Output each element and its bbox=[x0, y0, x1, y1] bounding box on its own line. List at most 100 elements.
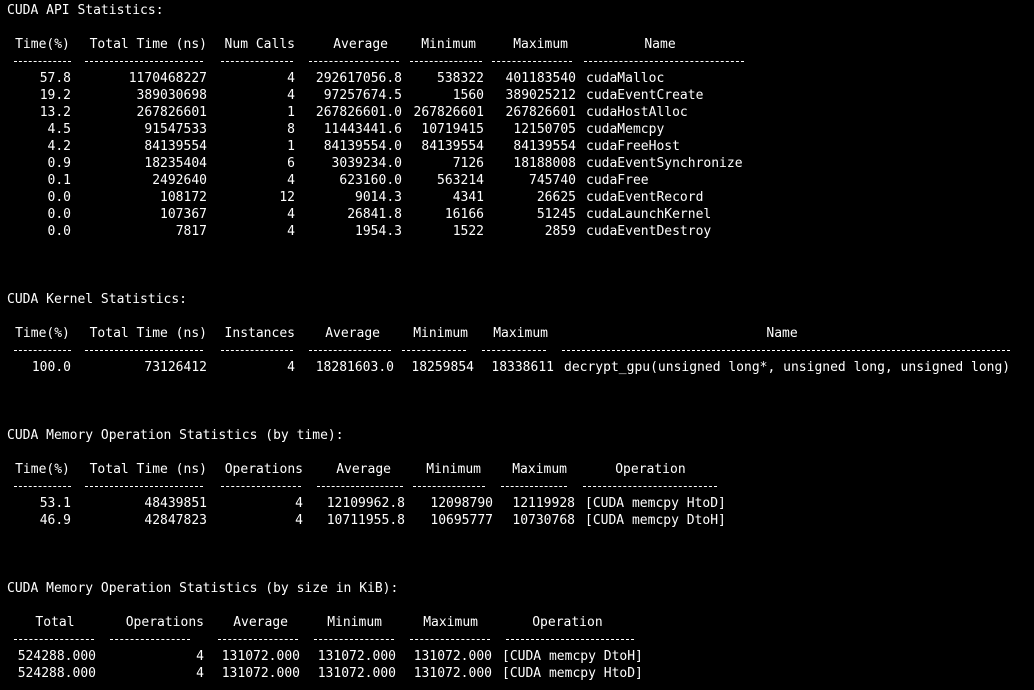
cell-total-time: 48439851 bbox=[144, 496, 207, 511]
cell-minimum: 10695777 bbox=[430, 513, 493, 528]
col-header-total-time: Total Time (ns) bbox=[89, 462, 207, 477]
col-header-time-pct: Time(%) bbox=[15, 37, 70, 52]
terminal-window[interactable]: CUDA API Statistics: Time(%) Total Time … bbox=[0, 0, 1034, 690]
col-header-minimum: Minimum bbox=[421, 37, 476, 52]
cell-name: cudaFreeHost bbox=[586, 139, 680, 154]
cell-maximum: 2859 bbox=[544, 224, 576, 239]
cell-time-pct: 4.2 bbox=[47, 139, 71, 154]
col-header-minimum: Minimum bbox=[327, 615, 382, 630]
col-header-operations: Operations bbox=[125, 615, 204, 630]
cell-minimum: 131072.000 bbox=[317, 649, 396, 664]
col-header-total-time: Total Time (ns) bbox=[89, 326, 207, 341]
col-header-name: Name bbox=[644, 37, 676, 52]
cell-time-pct: 19.2 bbox=[39, 88, 71, 103]
cell-maximum: 745740 bbox=[529, 173, 576, 188]
cell-num-calls: 6 bbox=[287, 156, 295, 171]
col-header-operations: Operations bbox=[224, 462, 303, 477]
table-row: 0.1 2492640 4 623160.0 563214 745740 cud… bbox=[14, 172, 744, 189]
cell-num-calls: 12 bbox=[279, 190, 295, 205]
table-row: 53.1 48439851 4 12109962.8 12098790 1211… bbox=[14, 495, 726, 512]
cell-average: 131072.000 bbox=[221, 666, 300, 681]
col-header-minimum: Minimum bbox=[426, 462, 481, 477]
table-row: 0.0 107367 4 26841.8 16166 51245 cudaLau… bbox=[14, 206, 744, 223]
cell-name: cudaMalloc bbox=[586, 71, 665, 86]
cell-total-time: 2492640 bbox=[152, 173, 207, 188]
cell-num-calls: 4 bbox=[287, 88, 295, 103]
cell-num-calls: 4 bbox=[287, 224, 295, 239]
cell-time-pct: 57.8 bbox=[39, 71, 71, 86]
cell-minimum: 267826601 bbox=[413, 105, 484, 120]
kernel-stats-title: CUDA Kernel Statistics: bbox=[7, 292, 188, 307]
cell-maximum: 131072.000 bbox=[413, 666, 492, 681]
cell-maximum: 131072.000 bbox=[413, 649, 492, 664]
col-header-operation: Operation bbox=[615, 462, 686, 477]
col-header-average: Average bbox=[325, 326, 380, 341]
cell-operations: 4 bbox=[295, 513, 303, 528]
memsize-stats-title: CUDA Memory Operation Statistics (by siz… bbox=[7, 581, 399, 596]
cell-time-pct: 46.9 bbox=[39, 513, 71, 528]
cell-average: 267826601.0 bbox=[315, 105, 402, 120]
cell-time-pct: 100.0 bbox=[31, 360, 71, 375]
cell-total: 524288.000 bbox=[17, 649, 96, 664]
table-row: 4.5 91547533 8 11443441.6 10719415 12150… bbox=[14, 121, 744, 138]
cell-average: 11443441.6 bbox=[323, 122, 402, 137]
cell-name: cudaHostAlloc bbox=[586, 105, 688, 120]
table-header-row: Total Operations Average Minimum Maximum… bbox=[14, 614, 643, 631]
cell-operations: 4 bbox=[295, 496, 303, 511]
table-row: 13.2 267826601 1 267826601.0 267826601 2… bbox=[14, 104, 744, 121]
cell-name: cudaMemcpy bbox=[586, 122, 665, 137]
cell-time-pct: 0.0 bbox=[47, 207, 71, 222]
cell-average: 26841.8 bbox=[347, 207, 402, 222]
col-header-average: Average bbox=[336, 462, 391, 477]
cell-operation: [CUDA memcpy DtoH] bbox=[502, 649, 643, 664]
table-header-row: Time(%) Total Time (ns) Num Calls Averag… bbox=[14, 36, 744, 53]
col-header-maximum: Maximum bbox=[513, 37, 568, 52]
cell-minimum: 1522 bbox=[452, 224, 484, 239]
header-separator bbox=[14, 631, 643, 648]
cell-minimum: 4341 bbox=[452, 190, 484, 205]
col-header-time-pct: Time(%) bbox=[15, 326, 70, 341]
kernel-stats-table: Time(%) Total Time (ns) Instances Averag… bbox=[14, 325, 1010, 376]
col-header-name: Name bbox=[766, 326, 798, 341]
cell-average: 84139554.0 bbox=[323, 139, 402, 154]
cell-operation: [CUDA memcpy HtoD] bbox=[585, 496, 726, 511]
cell-total-time: 7817 bbox=[175, 224, 207, 239]
cell-num-calls: 4 bbox=[287, 207, 295, 222]
cell-minimum: 10719415 bbox=[421, 122, 484, 137]
cell-total-time: 18235404 bbox=[144, 156, 207, 171]
cell-operations: 4 bbox=[196, 666, 204, 681]
cell-minimum: 1560 bbox=[452, 88, 484, 103]
cell-total-time: 267826601 bbox=[136, 105, 207, 120]
col-header-maximum: Maximum bbox=[512, 462, 567, 477]
col-header-average: Average bbox=[333, 37, 388, 52]
cell-num-calls: 1 bbox=[287, 139, 295, 154]
cell-maximum: 84139554 bbox=[513, 139, 576, 154]
col-header-instances: Instances bbox=[224, 326, 295, 341]
cell-name: cudaEventDestroy bbox=[586, 224, 712, 239]
table-row: 46.9 42847823 4 10711955.8 10695777 1073… bbox=[14, 512, 726, 529]
cell-time-pct: 4.5 bbox=[47, 122, 71, 137]
memsize-stats-table: Total Operations Average Minimum Maximum… bbox=[14, 614, 643, 682]
cell-maximum: 401183540 bbox=[505, 71, 576, 86]
cell-time-pct: 53.1 bbox=[39, 496, 71, 511]
cell-average: 97257674.5 bbox=[323, 88, 402, 103]
cell-average: 9014.3 bbox=[355, 190, 402, 205]
cell-minimum: 18259854 bbox=[411, 360, 474, 375]
api-stats-title: CUDA API Statistics: bbox=[7, 3, 164, 18]
cell-total-time: 107367 bbox=[160, 207, 207, 222]
cell-minimum: 563214 bbox=[437, 173, 484, 188]
cell-total-time: 108172 bbox=[160, 190, 207, 205]
cell-name: cudaFree bbox=[586, 173, 649, 188]
memtime-stats-title: CUDA Memory Operation Statistics (by tim… bbox=[7, 428, 344, 443]
col-header-total-time: Total Time (ns) bbox=[89, 37, 207, 52]
cell-maximum: 10730768 bbox=[512, 513, 575, 528]
table-header-row: Time(%) Total Time (ns) Instances Averag… bbox=[14, 325, 1010, 342]
cell-time-pct: 0.9 bbox=[47, 156, 71, 171]
cell-time-pct: 0.0 bbox=[47, 190, 71, 205]
cell-total-time: 42847823 bbox=[144, 513, 207, 528]
header-separator bbox=[14, 53, 744, 70]
table-header-row: Time(%) Total Time (ns) Operations Avera… bbox=[14, 461, 726, 478]
table-row: 19.2 389030698 4 97257674.5 1560 3890252… bbox=[14, 87, 744, 104]
cell-average: 12109962.8 bbox=[326, 496, 405, 511]
col-header-average: Average bbox=[233, 615, 288, 630]
